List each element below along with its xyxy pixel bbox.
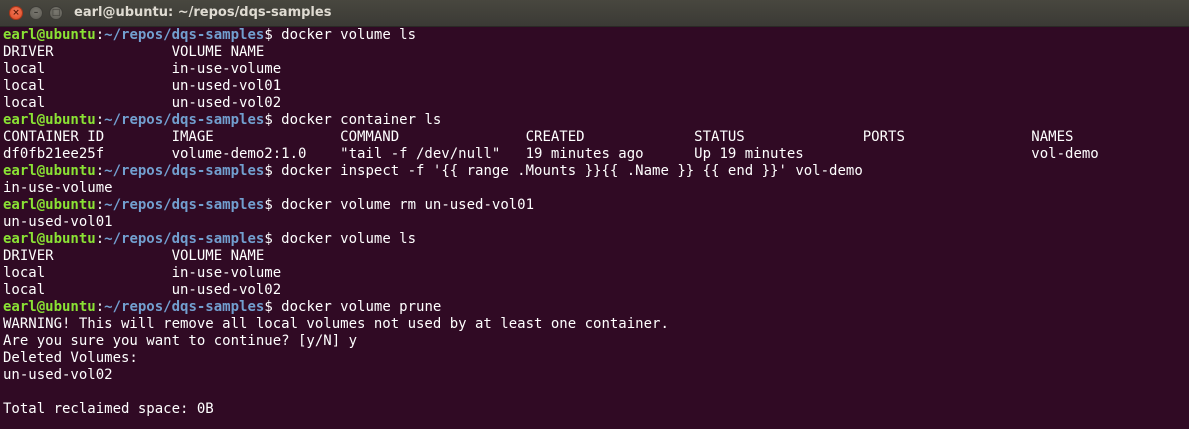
prompt-user: earl@ubuntu	[3, 231, 96, 247]
terminal-window: × – □ earl@ubuntu: ~/repos/dqs-samples e…	[0, 0, 1189, 429]
command-text: docker volume rm un-used-vol01	[281, 197, 535, 213]
prompt-user: earl@ubuntu	[3, 299, 96, 315]
prompt-path: ~/repos/dqs-samples	[104, 112, 265, 128]
output-line: local in-use-volume	[3, 265, 282, 281]
minimize-icon: –	[33, 8, 39, 18]
close-icon: ×	[12, 8, 20, 18]
command-text: docker volume ls	[281, 27, 417, 43]
output-line: df0fb21ee25f volume-demo2:1.0 "tail -f /…	[3, 146, 1099, 162]
command-text: docker container ls	[281, 112, 442, 128]
output-line: Are you sure you want to continue? [y/N]…	[3, 333, 358, 349]
output-line: local un-used-vol02	[3, 95, 282, 111]
close-button[interactable]: ×	[9, 6, 23, 20]
minimize-button[interactable]: –	[29, 6, 43, 20]
prompt-dollar: $	[264, 231, 282, 247]
prompt-dollar: $	[264, 27, 282, 43]
prompt-dollar: $	[264, 197, 282, 213]
output-line: local un-used-vol01	[3, 78, 282, 94]
prompt-dollar: $	[264, 112, 282, 128]
output-line: Total reclaimed space: 0B	[3, 401, 214, 417]
prompt-dollar: $	[264, 299, 282, 315]
maximize-icon: □	[51, 8, 61, 18]
prompt-colon: :	[95, 231, 105, 247]
prompt-colon: :	[95, 163, 105, 179]
window-title: earl@ubuntu: ~/repos/dqs-samples	[74, 5, 332, 20]
prompt-line: earl@ubuntu:~/repos/dqs-samples$ docker …	[3, 112, 1187, 129]
output-line: in-use-volume	[3, 180, 113, 196]
output-line: local un-used-vol02	[3, 282, 282, 298]
prompt-colon: :	[95, 197, 105, 213]
command-text: docker volume ls	[281, 231, 417, 247]
prompt-line: earl@ubuntu:~/repos/dqs-samples$ docker …	[3, 163, 1187, 180]
prompt-user: earl@ubuntu	[3, 27, 96, 43]
prompt-dollar: $	[264, 163, 282, 179]
output-line: DRIVER VOLUME NAME	[3, 248, 265, 264]
output-line: Deleted Volumes:	[3, 350, 138, 366]
prompt-user: earl@ubuntu	[3, 112, 96, 128]
output-line: un-used-vol02	[3, 367, 113, 383]
prompt-colon: :	[95, 27, 105, 43]
command-text: docker volume prune	[281, 299, 442, 315]
output-line: CONTAINER ID IMAGE COMMAND CREATED STATU…	[3, 129, 1074, 145]
output-line: DRIVER VOLUME NAME	[3, 44, 265, 60]
prompt-colon: :	[95, 299, 105, 315]
title-bar[interactable]: × – □ earl@ubuntu: ~/repos/dqs-samples	[0, 0, 1189, 27]
prompt-line: earl@ubuntu:~/repos/dqs-samples$ docker …	[3, 231, 1187, 248]
prompt-user: earl@ubuntu	[3, 197, 96, 213]
prompt-path: ~/repos/dqs-samples	[104, 197, 265, 213]
prompt-path: ~/repos/dqs-samples	[104, 27, 265, 43]
prompt-path: ~/repos/dqs-samples	[104, 163, 265, 179]
prompt-path: ~/repos/dqs-samples	[104, 231, 265, 247]
prompt-line: earl@ubuntu:~/repos/dqs-samples$ docker …	[3, 27, 1187, 44]
prompt-path: ~/repos/dqs-samples	[104, 299, 265, 315]
maximize-button[interactable]: □	[49, 6, 63, 20]
output-line: local in-use-volume	[3, 61, 282, 77]
prompt-line: earl@ubuntu:~/repos/dqs-samples$ docker …	[3, 299, 1187, 316]
output-line: un-used-vol01	[3, 214, 113, 230]
prompt-line: earl@ubuntu:~/repos/dqs-samples$ docker …	[3, 197, 1187, 214]
prompt-user: earl@ubuntu	[3, 163, 96, 179]
command-text: docker inspect -f '{{ range .Mounts }}{{…	[281, 163, 863, 179]
terminal-output[interactable]: earl@ubuntu:~/repos/dqs-samples$ docker …	[3, 27, 1187, 427]
output-line: WARNING! This will remove all local volu…	[3, 316, 669, 332]
prompt-colon: :	[95, 112, 105, 128]
